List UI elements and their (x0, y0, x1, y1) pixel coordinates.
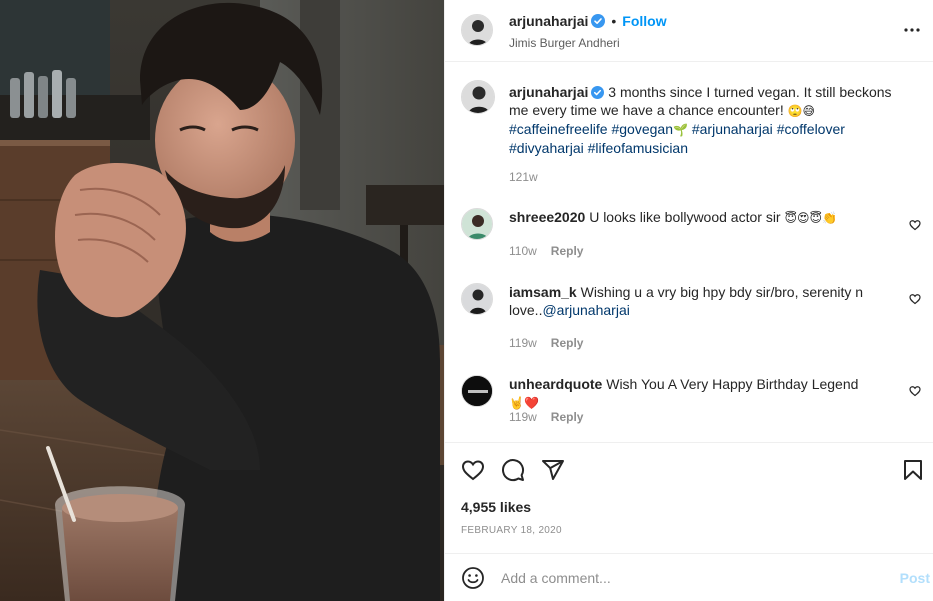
comment-meta: 119w Reply (509, 410, 583, 424)
action-bar (461, 458, 922, 482)
comment-body: U looks like bollywood actor sir (589, 209, 781, 225)
comment-input[interactable] (501, 567, 861, 589)
header-user-line: arjunaharjai • Follow (509, 13, 667, 29)
post-button[interactable]: Post (900, 570, 930, 586)
location-link[interactable]: Jimis Burger Andheri (509, 36, 620, 50)
verified-badge-icon (591, 86, 605, 99)
comment-username[interactable]: shreee2020 (509, 209, 585, 225)
verified-badge-icon (591, 14, 606, 28)
add-comment-row: Post (445, 553, 933, 601)
reply-button[interactable]: Reply (551, 336, 584, 350)
caption-timestamp[interactable]: 121w (509, 170, 538, 184)
avatar-image (462, 284, 492, 314)
hashtag-link[interactable]: #govegan (611, 121, 673, 137)
post-side-panel: arjunaharjai • Follow Jimis Burger Andheri… (444, 0, 933, 601)
header-username[interactable]: arjunaharjai (509, 13, 588, 29)
follow-button[interactable]: Follow (622, 13, 666, 29)
post-date[interactable]: FEBRUARY 18, 2020 (461, 525, 562, 536)
comment-text: unheardquote Wish You A Very Happy Birth… (509, 375, 889, 412)
divider (445, 442, 933, 443)
photo-man-with-cold-coffee (0, 0, 444, 601)
comment-emojis: 😇😍😇👏 (784, 211, 837, 225)
reply-button[interactable]: Reply (551, 410, 584, 424)
hashtag-link[interactable]: #coffelover (777, 121, 845, 137)
comment-meta: 119w Reply (509, 336, 583, 350)
comment-text: shreee2020 U looks like bollywood actor … (509, 208, 889, 227)
smiley-emoji-icon[interactable] (461, 566, 485, 590)
mention-link[interactable]: @arjunaharjai (542, 302, 629, 318)
avatar-image (462, 15, 492, 45)
comment-username[interactable]: unheardquote (509, 376, 602, 392)
avatar-image (462, 81, 494, 113)
hashtag-link[interactable]: #lifeofamusician (588, 140, 688, 156)
bookmark-icon[interactable] (901, 458, 925, 482)
caption-username[interactable]: arjunaharjai (509, 84, 588, 100)
seedling-emoji: 🌱 (673, 123, 688, 137)
reply-button[interactable]: Reply (551, 244, 584, 258)
caption-text: arjunaharjai 3 months since I turned veg… (509, 83, 913, 157)
comment-avatar[interactable] (461, 283, 493, 315)
hashtag-link[interactable]: #divyaharjai (509, 140, 584, 156)
caption-emojis: 🙄😅 (787, 104, 816, 118)
comment-like-heart-icon[interactable] (909, 219, 921, 231)
comment-timestamp[interactable]: 119w (509, 336, 537, 350)
header-separator: • (611, 13, 617, 29)
post-photo[interactable] (0, 0, 444, 601)
hashtag-link[interactable]: #caffeinefreelife (509, 121, 608, 137)
avatar-image (462, 209, 492, 239)
comment-body: Wish You A Very Happy Birthday Legend (606, 376, 859, 392)
comment-timestamp[interactable]: 110w (509, 244, 537, 258)
more-options-icon[interactable] (900, 18, 924, 42)
paper-plane-share-icon[interactable] (541, 458, 565, 482)
likes-count[interactable]: 4,955 likes (461, 499, 531, 515)
hashtag-link[interactable]: #arjunaharjai (692, 121, 773, 137)
avatar-image (462, 376, 492, 406)
avatar[interactable] (461, 14, 493, 46)
comment-username[interactable]: iamsam_k (509, 284, 577, 300)
comment-avatar[interactable] (461, 208, 493, 240)
post-header: arjunaharjai • Follow Jimis Burger Andheri (445, 0, 933, 62)
comment-avatar[interactable] (461, 375, 493, 407)
heart-icon[interactable] (461, 458, 485, 482)
comment-bubble-icon[interactable] (501, 458, 525, 482)
comment-like-heart-icon[interactable] (909, 385, 921, 397)
comment-meta: 110w Reply (509, 244, 583, 258)
comment-timestamp[interactable]: 119w (509, 410, 537, 424)
caption-avatar[interactable] (461, 80, 495, 114)
comment-like-heart-icon[interactable] (909, 293, 921, 305)
instagram-post: arjunaharjai • Follow Jimis Burger Andheri… (0, 0, 933, 601)
comment-text: iamsam_k Wishing u a vry big hpy bdy sir… (509, 283, 889, 319)
